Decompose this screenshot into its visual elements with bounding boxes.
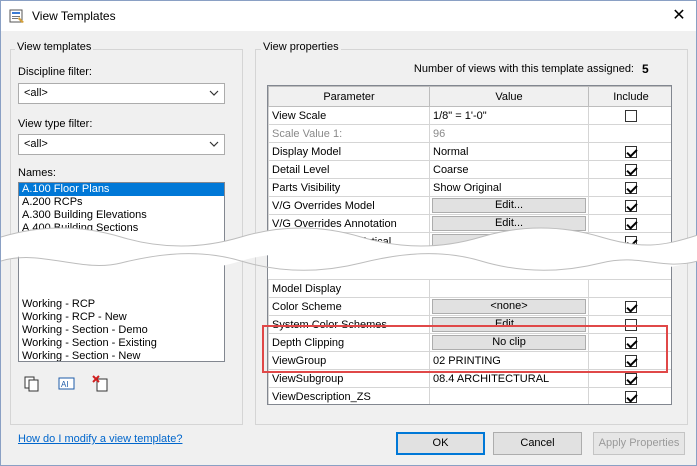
include-cell xyxy=(588,178,671,197)
parameter-cell: Model Display xyxy=(268,279,430,298)
value-cell: <none> xyxy=(429,297,589,316)
table-row: Model Display xyxy=(268,279,671,298)
discipline-filter-select[interactable]: <all> xyxy=(18,83,225,104)
title-bar: View Templates ✕ xyxy=(1,1,696,31)
names-label: Names: xyxy=(18,167,56,179)
parameter-cell: V/G Overrides Model xyxy=(268,196,430,215)
table-row: V/G Overrides Model Edit... xyxy=(268,196,671,215)
ok-button[interactable]: OK xyxy=(396,432,485,455)
view-type-filter-label: View type filter: xyxy=(18,118,93,130)
cancel-button[interactable]: Cancel xyxy=(493,432,582,455)
list-item[interactable]: A.300 Building Elevations xyxy=(19,209,224,222)
include-cell xyxy=(588,279,671,298)
include-cell xyxy=(588,106,671,125)
highlight-box xyxy=(262,325,668,373)
duplicate-icon[interactable] xyxy=(23,375,41,393)
include-cell xyxy=(588,124,671,143)
rename-icon[interactable]: AI xyxy=(58,375,76,393)
edit-button[interactable]: <none> xyxy=(432,299,586,314)
parameter-cell: View Scale xyxy=(268,106,430,125)
include-checkbox[interactable] xyxy=(625,390,637,403)
list-item[interactable]: Working - Section - Existing xyxy=(19,337,224,350)
value-cell[interactable]: Normal xyxy=(429,142,589,161)
value-cell[interactable]: Coarse xyxy=(429,160,589,179)
assigned-views-count: 5 xyxy=(642,62,649,76)
table-header-row: Parameter Value Include xyxy=(268,86,671,107)
include-cell xyxy=(588,160,671,179)
include-checkbox[interactable] xyxy=(625,372,637,385)
list-item[interactable]: Working - Section - New xyxy=(19,350,224,361)
list-item[interactable]: Working - RCP - New xyxy=(19,311,224,324)
view-properties-group-label: View properties xyxy=(261,41,341,53)
value-cell[interactable] xyxy=(429,387,589,404)
window-title: View Templates xyxy=(32,9,116,23)
value-column-header: Value xyxy=(429,86,589,107)
apply-properties-button[interactable]: Apply Properties xyxy=(593,432,685,455)
torn-break-overlay xyxy=(1,227,697,271)
table-row: Scale Value 1: 96 xyxy=(268,124,671,143)
value-cell[interactable]: 1/8" = 1'-0" xyxy=(429,106,589,125)
include-cell xyxy=(588,142,671,161)
table-row: View Scale 1/8" = 1'-0" xyxy=(268,106,671,125)
table-row: Display Model Normal xyxy=(268,142,671,161)
value-cell[interactable] xyxy=(429,279,589,298)
view-templates-dialog: View Templates ✕ View templates Discipli… xyxy=(0,0,697,466)
include-cell xyxy=(588,196,671,215)
table-row: Detail Level Coarse xyxy=(268,160,671,179)
parameter-cell: Display Model xyxy=(268,142,430,161)
include-column-header: Include xyxy=(588,86,671,107)
list-item[interactable]: A.100 Floor Plans xyxy=(19,183,224,196)
table-row: Parts Visibility Show Original xyxy=(268,178,671,197)
value-cell[interactable]: 96 xyxy=(429,124,589,143)
parameter-cell: Detail Level xyxy=(268,160,430,179)
include-checkbox[interactable] xyxy=(625,300,637,313)
include-checkbox[interactable] xyxy=(625,109,637,122)
include-checkbox[interactable] xyxy=(625,163,637,176)
view-templates-group-label: View templates xyxy=(15,41,94,53)
delete-icon[interactable] xyxy=(92,375,110,393)
discipline-filter-value: <all> xyxy=(24,87,48,99)
view-template-icon xyxy=(9,9,24,23)
include-checkbox[interactable] xyxy=(625,181,637,194)
value-cell: Edit... xyxy=(429,196,589,215)
chevron-down-icon xyxy=(209,141,219,147)
parameter-column-header: Parameter xyxy=(268,86,430,107)
parameter-cell: Scale Value 1: xyxy=(268,124,430,143)
include-cell xyxy=(588,387,671,404)
discipline-filter-label: Discipline filter: xyxy=(18,66,92,78)
include-checkbox[interactable] xyxy=(625,145,637,158)
list-item[interactable]: Working - RCP xyxy=(19,298,224,311)
table-row: ViewDescription_ZS xyxy=(268,387,671,404)
include-cell xyxy=(588,297,671,316)
close-icon[interactable]: ✕ xyxy=(668,5,690,27)
parameter-cell: Color Scheme xyxy=(268,297,430,316)
parameter-cell: Parts Visibility xyxy=(268,178,430,197)
assigned-views-count-label: Number of views with this template assig… xyxy=(413,63,634,75)
list-item[interactable]: A.200 RCPs xyxy=(19,196,224,209)
help-link[interactable]: How do I modify a view template? xyxy=(18,433,182,445)
chevron-down-icon xyxy=(209,90,219,96)
parameter-cell: ViewDescription_ZS xyxy=(268,387,430,404)
edit-button[interactable]: Edit... xyxy=(432,198,586,213)
svg-text:AI: AI xyxy=(61,380,69,389)
include-checkbox[interactable] xyxy=(625,199,637,212)
table-row: Color Scheme <none> xyxy=(268,297,671,316)
value-cell[interactable]: Show Original xyxy=(429,178,589,197)
view-type-filter-value: <all> xyxy=(24,138,48,150)
view-type-filter-select[interactable]: <all> xyxy=(18,134,225,155)
list-item[interactable]: Working - Section - Demo xyxy=(19,324,224,337)
